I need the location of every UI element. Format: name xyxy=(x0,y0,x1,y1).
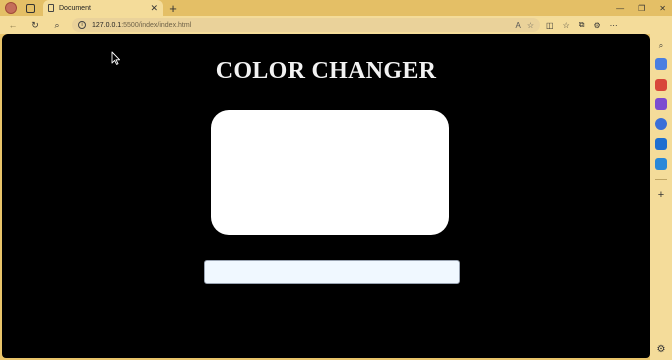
color-input[interactable] xyxy=(204,260,460,284)
back-icon[interactable]: ← xyxy=(6,18,20,32)
window-controls: — ❐ ✕ xyxy=(616,0,666,16)
new-tab-button[interactable]: + xyxy=(166,1,180,16)
tab-title: Document xyxy=(59,4,91,12)
address-url: 127.0.0.1:5500/index/index.html xyxy=(92,22,509,29)
sidebar-people-icon[interactable] xyxy=(655,98,667,110)
address-host: 127.0.0.1 xyxy=(92,21,122,29)
address-bar[interactable]: i 127.0.0.1:5500/index/index.html A ☆ xyxy=(72,18,540,32)
sidebar-games-icon[interactable] xyxy=(655,118,667,130)
minimize-button[interactable]: — xyxy=(616,4,624,13)
read-aloud-icon[interactable]: A xyxy=(515,21,520,30)
page-viewport: COLOR CHANGER xyxy=(2,34,650,358)
sidebar-divider xyxy=(655,179,667,180)
edge-sidebar: ⌕ + ⚙ xyxy=(650,34,672,360)
workspaces-icon[interactable] xyxy=(23,1,37,15)
sidebar-outlook-icon[interactable] xyxy=(655,138,667,150)
mouse-cursor-icon xyxy=(111,51,121,65)
avatar xyxy=(5,2,17,14)
sidebar-shopping-icon[interactable] xyxy=(655,58,667,70)
profile-avatar[interactable] xyxy=(4,1,18,15)
search-icon[interactable]: ⌕ xyxy=(50,18,64,32)
tab-strip: Document ✕ + — ❐ ✕ xyxy=(0,0,672,16)
sidebar-add-icon[interactable]: + xyxy=(655,189,667,201)
restore-button[interactable]: ❐ xyxy=(638,4,645,13)
page-title: COLOR CHANGER xyxy=(215,58,437,84)
more-menu-icon[interactable]: ⋯ xyxy=(610,21,618,30)
toolbar-actions: ◫ ☆ ⧉ ⚙ ⋯ xyxy=(546,18,618,32)
extensions-icon[interactable]: ⚙ xyxy=(593,21,600,30)
document-icon xyxy=(48,4,54,12)
reload-icon[interactable]: ↻ xyxy=(28,18,42,32)
sidebar-settings-icon[interactable]: ⚙ xyxy=(655,343,667,355)
tab-document[interactable]: Document ✕ xyxy=(43,0,163,16)
sidebar-designer-icon[interactable] xyxy=(655,158,667,170)
tab-close-icon[interactable]: ✕ xyxy=(150,3,158,14)
color-preview-box xyxy=(211,110,449,235)
collections-icon[interactable]: ⧉ xyxy=(579,20,585,30)
browser-toolbar: ← ↻ ⌕ i 127.0.0.1:5500/index/index.html … xyxy=(0,16,672,47)
sidebar-search-icon[interactable]: ⌕ xyxy=(655,40,667,52)
sidebar-tools-icon[interactable] xyxy=(655,79,667,91)
favorite-star-icon[interactable]: ☆ xyxy=(527,21,534,30)
site-info-icon[interactable]: i xyxy=(78,21,86,29)
split-screen-icon[interactable]: ◫ xyxy=(546,21,554,30)
workspaces-square-icon xyxy=(25,3,35,13)
favorites-icon[interactable]: ☆ xyxy=(563,21,570,30)
address-path: :5500/index/index.html xyxy=(121,21,192,29)
close-window-button[interactable]: ✕ xyxy=(659,4,666,13)
